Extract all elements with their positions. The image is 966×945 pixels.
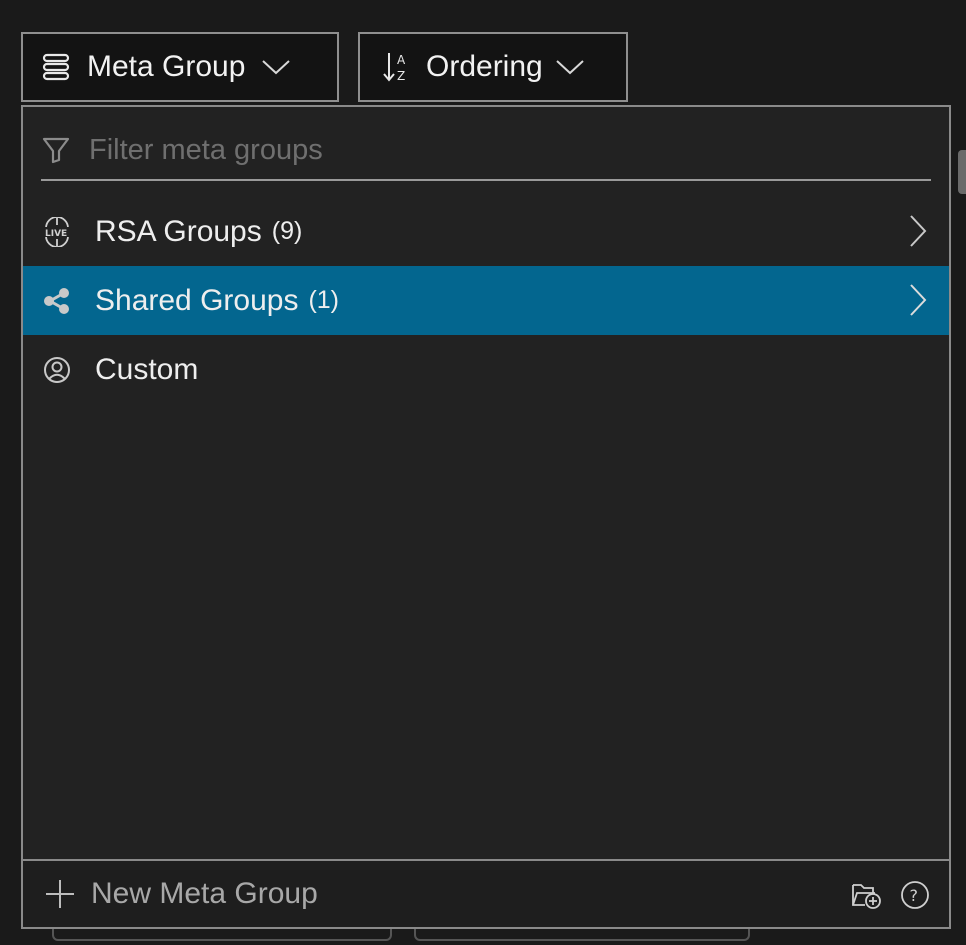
background-element bbox=[52, 929, 392, 941]
new-meta-group-button[interactable]: New Meta Group bbox=[91, 877, 318, 911]
svg-text:A: A bbox=[397, 53, 406, 67]
background-scrollbar bbox=[958, 150, 966, 194]
ordering-dropdown-button[interactable]: A Z Ordering bbox=[358, 32, 628, 102]
share-icon bbox=[39, 286, 75, 316]
funnel-icon bbox=[41, 135, 71, 165]
meta-group-label: Meta Group bbox=[87, 50, 246, 83]
folder-add-icon[interactable] bbox=[851, 880, 883, 910]
list-item-label: Custom bbox=[95, 352, 199, 386]
footer-actions: ? bbox=[851, 879, 931, 911]
list-item-label: Shared Groups bbox=[95, 283, 299, 317]
chevron-down-icon bbox=[555, 58, 585, 76]
plus-icon[interactable] bbox=[43, 877, 77, 911]
list-item-count: (9) bbox=[271, 217, 303, 245]
list-item-custom[interactable]: Custom bbox=[23, 335, 949, 404]
meta-group-dropdown-panel: LIVE RSA Groups (9) Shared Groups (1) bbox=[21, 105, 951, 929]
help-circle-icon[interactable]: ? bbox=[899, 879, 931, 911]
chevron-right-icon bbox=[909, 214, 927, 248]
user-circle-icon bbox=[39, 355, 75, 385]
background-element bbox=[414, 929, 750, 941]
list-item-shared-groups[interactable]: Shared Groups (1) bbox=[23, 266, 949, 335]
list-item-label: RSA Groups bbox=[95, 214, 262, 248]
dropdown-footer: New Meta Group ? bbox=[23, 859, 949, 927]
list-item-rsa-groups[interactable]: LIVE RSA Groups (9) bbox=[23, 197, 949, 266]
live-globe-icon: LIVE bbox=[39, 216, 75, 247]
chevron-right-icon bbox=[909, 283, 927, 317]
filter-meta-groups-input[interactable] bbox=[89, 133, 889, 167]
meta-group-dropdown-button[interactable]: Meta Group bbox=[21, 32, 339, 102]
svg-text:Z: Z bbox=[397, 69, 405, 83]
filter-row bbox=[41, 121, 931, 181]
svg-text:LIVE: LIVE bbox=[45, 229, 67, 239]
list-stack-icon bbox=[41, 52, 71, 82]
svg-text:?: ? bbox=[910, 886, 919, 905]
ordering-label: Ordering bbox=[426, 50, 543, 83]
chevron-down-icon bbox=[261, 58, 291, 76]
list-item-count: (1) bbox=[308, 286, 340, 314]
sort-az-icon: A Z bbox=[382, 50, 410, 84]
